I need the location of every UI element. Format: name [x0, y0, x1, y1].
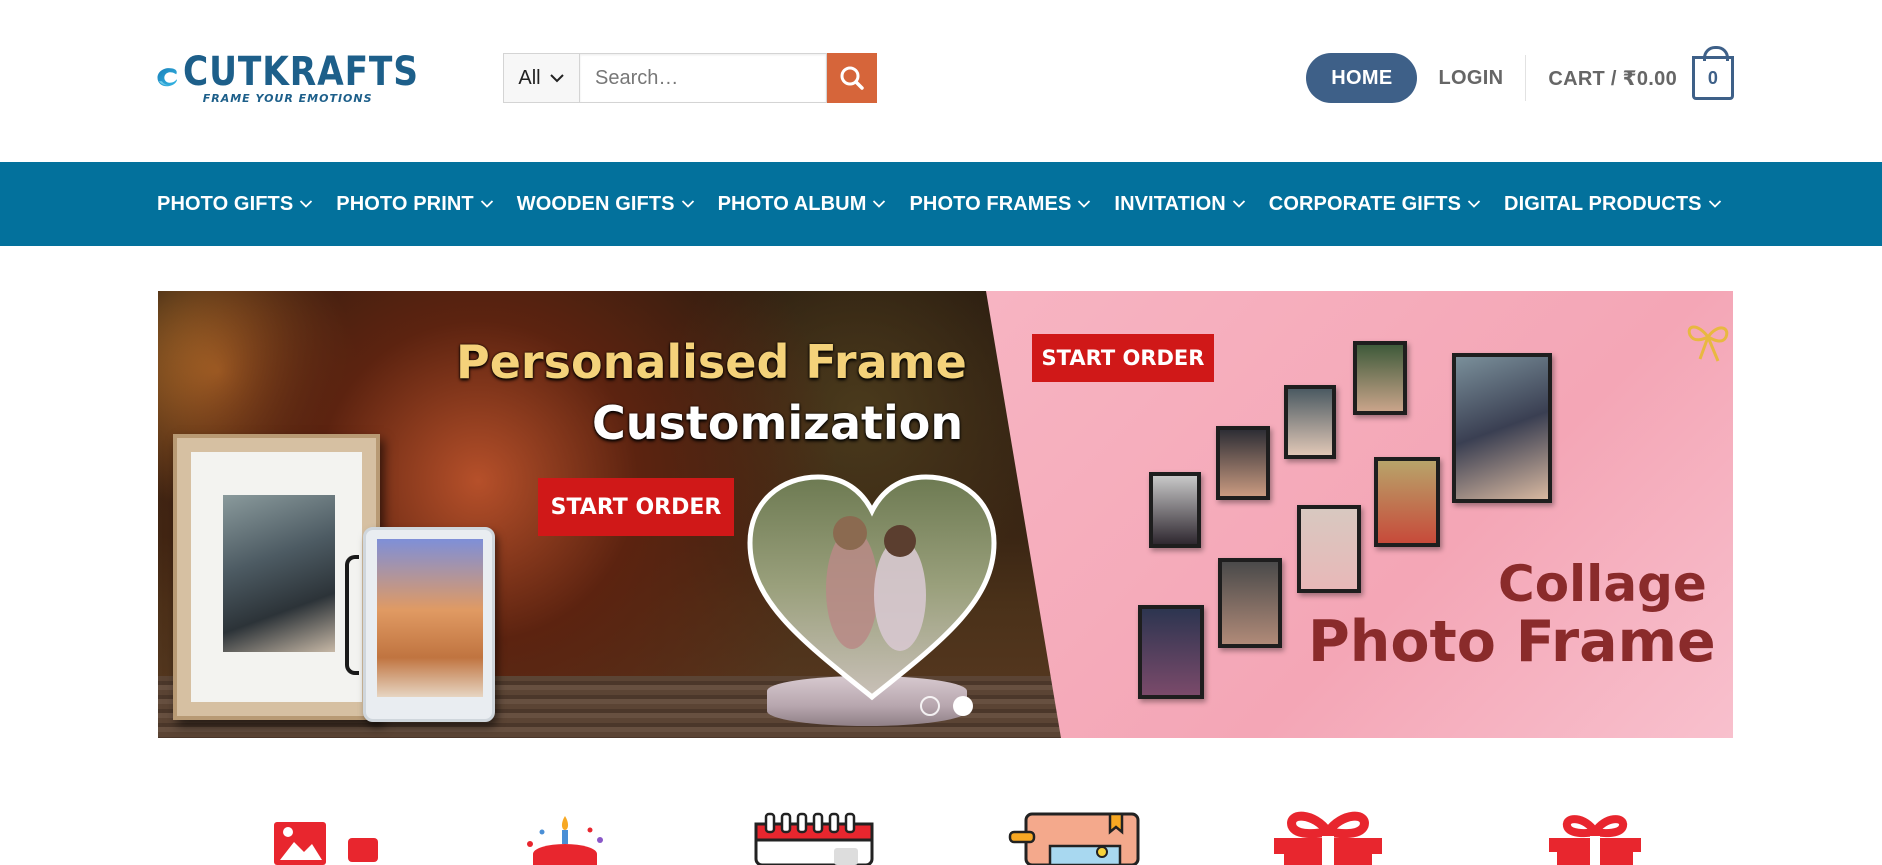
site-logo[interactable]: CUTKRAFTS FRAME YOUR EMOTIONS — [157, 36, 457, 118]
cart-count-badge: 0 — [1692, 46, 1734, 100]
search-button[interactable] — [827, 53, 877, 103]
chevron-down-icon — [300, 200, 313, 208]
search-icon — [840, 66, 864, 90]
collage-title-line1: Collage — [1498, 555, 1707, 613]
logo-wave-icon — [157, 68, 177, 87]
chevron-down-icon — [1232, 200, 1245, 208]
collage-photo-3 — [1216, 426, 1270, 500]
header-nav: HOME LOGIN CART / ₹0.00 0 — [1306, 46, 1734, 103]
chevron-down-icon — [873, 200, 886, 208]
search-input[interactable] — [580, 53, 827, 103]
nav-label: DIGITAL PRODUCTS — [1504, 192, 1702, 215]
cart-link[interactable]: CART / ₹0.00 0 — [1548, 46, 1734, 100]
search-category-select[interactable]: All — [503, 53, 580, 103]
frame-stand — [345, 555, 359, 675]
collage-photo-5 — [1149, 472, 1201, 548]
collage-photo-1 — [1353, 341, 1407, 415]
chevron-down-icon — [480, 200, 493, 208]
slider-dots — [920, 696, 973, 716]
chevron-down-icon — [1708, 200, 1721, 208]
nav-invitation[interactable]: INVITATION — [1114, 193, 1245, 216]
nav-label: PHOTO PRINT — [336, 192, 474, 215]
chevron-down-icon — [1078, 200, 1091, 208]
led-frame-product — [363, 527, 495, 722]
collage-title-line2: Photo Frame — [1308, 609, 1716, 675]
heart-frame-product — [747, 474, 997, 701]
nav-label: INVITATION — [1114, 192, 1226, 215]
search-form: All — [503, 53, 877, 103]
nav-label: PHOTO ALBUM — [717, 192, 867, 215]
chevron-down-icon — [1467, 200, 1481, 208]
collage-photo-2 — [1284, 385, 1336, 459]
birthday-cake-icon[interactable] — [512, 810, 618, 865]
hero-slider[interactable]: Personalised Frame Customization START O… — [158, 291, 1733, 738]
nav-label: CORPORATE GIFTS — [1268, 192, 1462, 215]
nav-wooden-gifts[interactable]: WOODEN GIFTS — [517, 193, 695, 216]
slider-dot-1[interactable] — [920, 696, 940, 716]
collage-photo-9 — [1138, 605, 1204, 699]
photo-album-icon[interactable] — [1006, 810, 1140, 865]
collage-photo-6 — [1374, 457, 1440, 547]
login-link[interactable]: LOGIN — [1438, 67, 1503, 90]
nav-label: PHOTO GIFTS — [157, 192, 294, 215]
calendar-icon[interactable] — [752, 810, 876, 865]
gift-icon[interactable] — [1270, 810, 1386, 865]
nav-corporate-gifts[interactable]: CORPORATE GIFTS — [1269, 193, 1481, 216]
nav-photo-print[interactable]: PHOTO PRINT — [336, 193, 493, 216]
nav-digital-products[interactable]: DIGITAL PRODUCTS — [1504, 193, 1722, 216]
search-category-value: All — [518, 66, 541, 89]
slider-dot-2[interactable] — [953, 696, 973, 716]
collage-photo-4 — [1452, 353, 1552, 503]
couple-photo — [223, 495, 335, 652]
cart-label: CART / ₹0.00 — [1548, 67, 1677, 90]
category-icons-row — [0, 810, 1882, 865]
ribbon-bow-icon — [1687, 325, 1729, 362]
collage-photo-7 — [1297, 505, 1361, 593]
home-button[interactable]: HOME — [1306, 53, 1418, 103]
chevron-down-icon — [549, 74, 564, 83]
category-nav: PHOTO GIFTS PHOTO PRINT WOODEN GIFTS PHO… — [0, 162, 1882, 246]
nav-photo-gifts[interactable]: PHOTO GIFTS — [157, 193, 313, 216]
photo-print-icon[interactable] — [272, 810, 384, 865]
gift-box-icon[interactable] — [1545, 810, 1645, 865]
header-divider — [1525, 55, 1527, 101]
collage-photo-8 — [1218, 558, 1282, 648]
nav-label: PHOTO FRAMES — [909, 192, 1072, 215]
logo-name: CUTKRAFTS — [182, 48, 419, 95]
nav-photo-frames[interactable]: PHOTO FRAMES — [909, 193, 1091, 216]
slide-title-line2: Customization — [592, 396, 964, 450]
chevron-down-icon — [681, 200, 694, 208]
portrait-photo — [377, 539, 483, 697]
nav-photo-album[interactable]: PHOTO ALBUM — [718, 193, 887, 216]
site-header: CUTKRAFTS FRAME YOUR EMOTIONS All HOME L… — [0, 0, 1882, 162]
slide-title-line1: Personalised Frame — [456, 335, 967, 389]
nav-label: WOODEN GIFTS — [516, 192, 675, 215]
start-order-button[interactable]: START ORDER — [538, 478, 734, 536]
start-order-button-collage[interactable]: START ORDER — [1032, 334, 1214, 382]
